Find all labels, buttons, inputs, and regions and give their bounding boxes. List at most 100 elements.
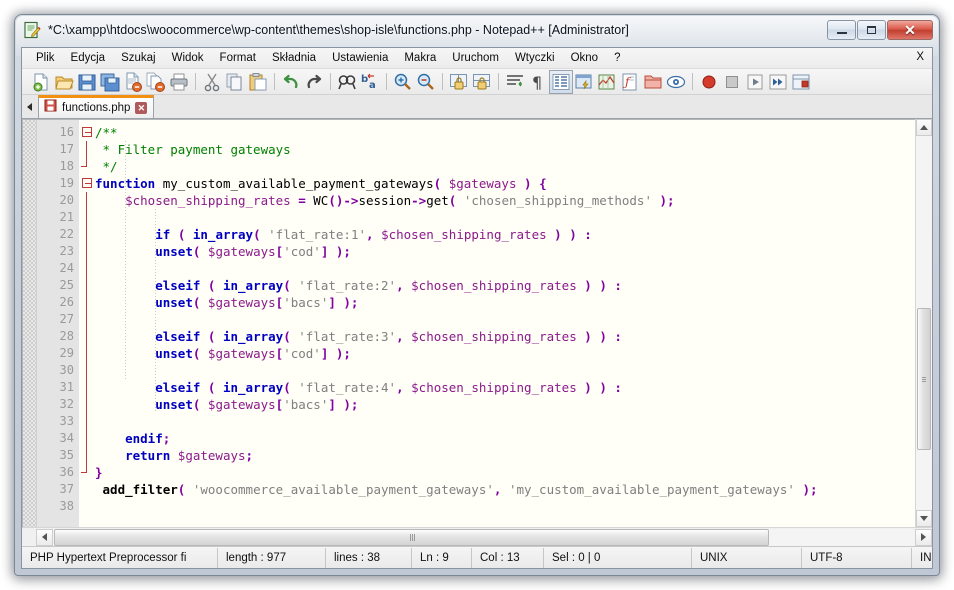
fold-marker: [79, 498, 95, 515]
title-bar[interactable]: *C:\xampp\htdocs\woocommerce\wp-content\…: [15, 15, 939, 45]
bookmark-margin[interactable]: [23, 120, 37, 527]
fold-end-icon: [81, 166, 87, 167]
chevron-left-icon[interactable]: [22, 96, 36, 118]
fold-bar: [86, 430, 87, 447]
undo-icon[interactable]: [280, 71, 302, 93]
fold-marker[interactable]: [79, 124, 95, 141]
sync-vertical-icon[interactable]: [448, 71, 470, 93]
open-file-icon[interactable]: [53, 71, 75, 93]
horizontal-scroll-track[interactable]: [53, 528, 915, 546]
indent-guide-icon[interactable]: [549, 69, 573, 94]
cut-icon[interactable]: [201, 71, 223, 93]
toolbar-separator: [692, 73, 693, 90]
paste-icon[interactable]: [247, 71, 269, 93]
code-token: :: [584, 227, 592, 242]
find-icon[interactable]: [336, 71, 358, 93]
menu-makra[interactable]: Makra: [396, 50, 444, 66]
menu-close-document-button[interactable]: X: [916, 51, 924, 63]
fold-marker: [79, 345, 95, 362]
vertical-scroll-track[interactable]: [916, 136, 932, 510]
new-file-icon[interactable]: [30, 71, 52, 93]
vertical-scroll-thumb[interactable]: [917, 308, 931, 451]
menu-szukaj[interactable]: Szukaj: [113, 50, 164, 66]
scroll-down-button[interactable]: [916, 510, 932, 527]
menu-help[interactable]: ?: [606, 50, 628, 66]
fold-marker: [79, 311, 95, 328]
code-token: );: [659, 193, 675, 208]
menu-ustawienia[interactable]: Ustawienia: [324, 50, 396, 66]
code-token: (): [328, 193, 344, 208]
fold-bar: [86, 413, 87, 430]
scroll-left-button[interactable]: [36, 528, 53, 546]
tab-functions-php[interactable]: functions.php ✕: [38, 95, 155, 118]
horizontal-scrollbar[interactable]: [22, 527, 932, 547]
folder-as-workspace-icon[interactable]: [642, 71, 664, 93]
fold-bar: [86, 243, 87, 260]
menu-plik[interactable]: Plik: [28, 50, 63, 66]
menu-widok[interactable]: Widok: [164, 50, 212, 66]
fold-collapse-icon[interactable]: [82, 178, 92, 188]
status-selection: Sel : 0 | 0: [544, 547, 692, 568]
menu-edycja[interactable]: Edycja: [63, 50, 114, 66]
play-macro-icon[interactable]: [744, 71, 766, 93]
record-macro-icon[interactable]: [698, 71, 720, 93]
maximize-button[interactable]: [857, 20, 886, 40]
close-file-icon[interactable]: [122, 71, 144, 93]
menu-uruchom[interactable]: Uruchom: [444, 50, 507, 66]
code-token: ,: [396, 380, 404, 395]
fold-margin[interactable]: [79, 120, 95, 527]
line-number: 37: [59, 482, 74, 496]
close-button[interactable]: ✕: [887, 20, 933, 40]
code-token: 'cod': [283, 346, 321, 361]
line-number: 26: [59, 295, 74, 309]
print-icon[interactable]: [168, 71, 190, 93]
scroll-right-button[interactable]: [915, 528, 932, 546]
minimize-button[interactable]: [827, 20, 856, 40]
redo-icon[interactable]: [303, 71, 325, 93]
close-all-icon[interactable]: [145, 71, 167, 93]
code-line: $chosen_shipping_rates = WC()->session->…: [95, 192, 915, 209]
function-list-icon[interactable]: ƒ: [619, 71, 641, 93]
copy-icon[interactable]: [224, 71, 246, 93]
stop-macro-icon[interactable]: [721, 71, 743, 93]
code-token: elseif: [155, 329, 201, 344]
fold-marker: [79, 294, 95, 311]
code-text-area[interactable]: /** * Filter payment gateways */function…: [95, 120, 915, 527]
show-doc-map-icon[interactable]: [596, 71, 618, 93]
zoom-out-icon[interactable]: [415, 71, 437, 93]
code-token: elseif: [155, 380, 201, 395]
line-number: 30: [59, 363, 74, 377]
client-area: Plik Edycja Szukaj Widok Format Składnia…: [21, 47, 933, 569]
user-defined-dialog-icon[interactable]: [573, 71, 595, 93]
code-token: 'chosen_shipping_methods': [463, 193, 652, 208]
menu-okno[interactable]: Okno: [563, 50, 607, 66]
code-token: session: [358, 193, 412, 208]
code-token: in_array: [222, 380, 284, 395]
menu-format[interactable]: Format: [212, 50, 264, 66]
monitoring-icon[interactable]: [665, 71, 687, 93]
code-token: ,: [366, 227, 374, 242]
zoom-in-icon[interactable]: [392, 71, 414, 93]
vertical-scrollbar[interactable]: [915, 119, 932, 527]
sync-horizontal-icon[interactable]: [471, 71, 493, 93]
code-token: (: [253, 227, 261, 242]
replace-icon[interactable]: b a: [359, 71, 381, 93]
horizontal-scroll-thumb[interactable]: [54, 528, 770, 546]
menu-skladnia[interactable]: Składnia: [264, 50, 324, 66]
fold-collapse-icon[interactable]: [82, 127, 92, 137]
fold-marker: [79, 362, 95, 379]
word-wrap-icon[interactable]: [504, 71, 526, 93]
scroll-up-button[interactable]: [916, 119, 932, 136]
run-macro-multiple-icon[interactable]: [767, 71, 789, 93]
menu-wtyczki[interactable]: Wtyczki: [507, 50, 563, 66]
save-icon[interactable]: [76, 71, 98, 93]
fold-bar: [86, 311, 87, 328]
save-macro-icon[interactable]: [790, 71, 812, 93]
code-line: if ( in_array( 'flat_rate:1', $chosen_sh…: [95, 226, 915, 243]
show-all-chars-icon[interactable]: ¶: [527, 71, 549, 93]
fold-marker[interactable]: [79, 175, 95, 192]
code-editor[interactable]: 16 17 18 19 20 21 22 23 24 25 26 27 28 29 30 31 32 33 34 35…: [22, 119, 915, 527]
tab-close-icon[interactable]: ✕: [135, 102, 148, 114]
save-all-icon[interactable]: [99, 71, 121, 93]
